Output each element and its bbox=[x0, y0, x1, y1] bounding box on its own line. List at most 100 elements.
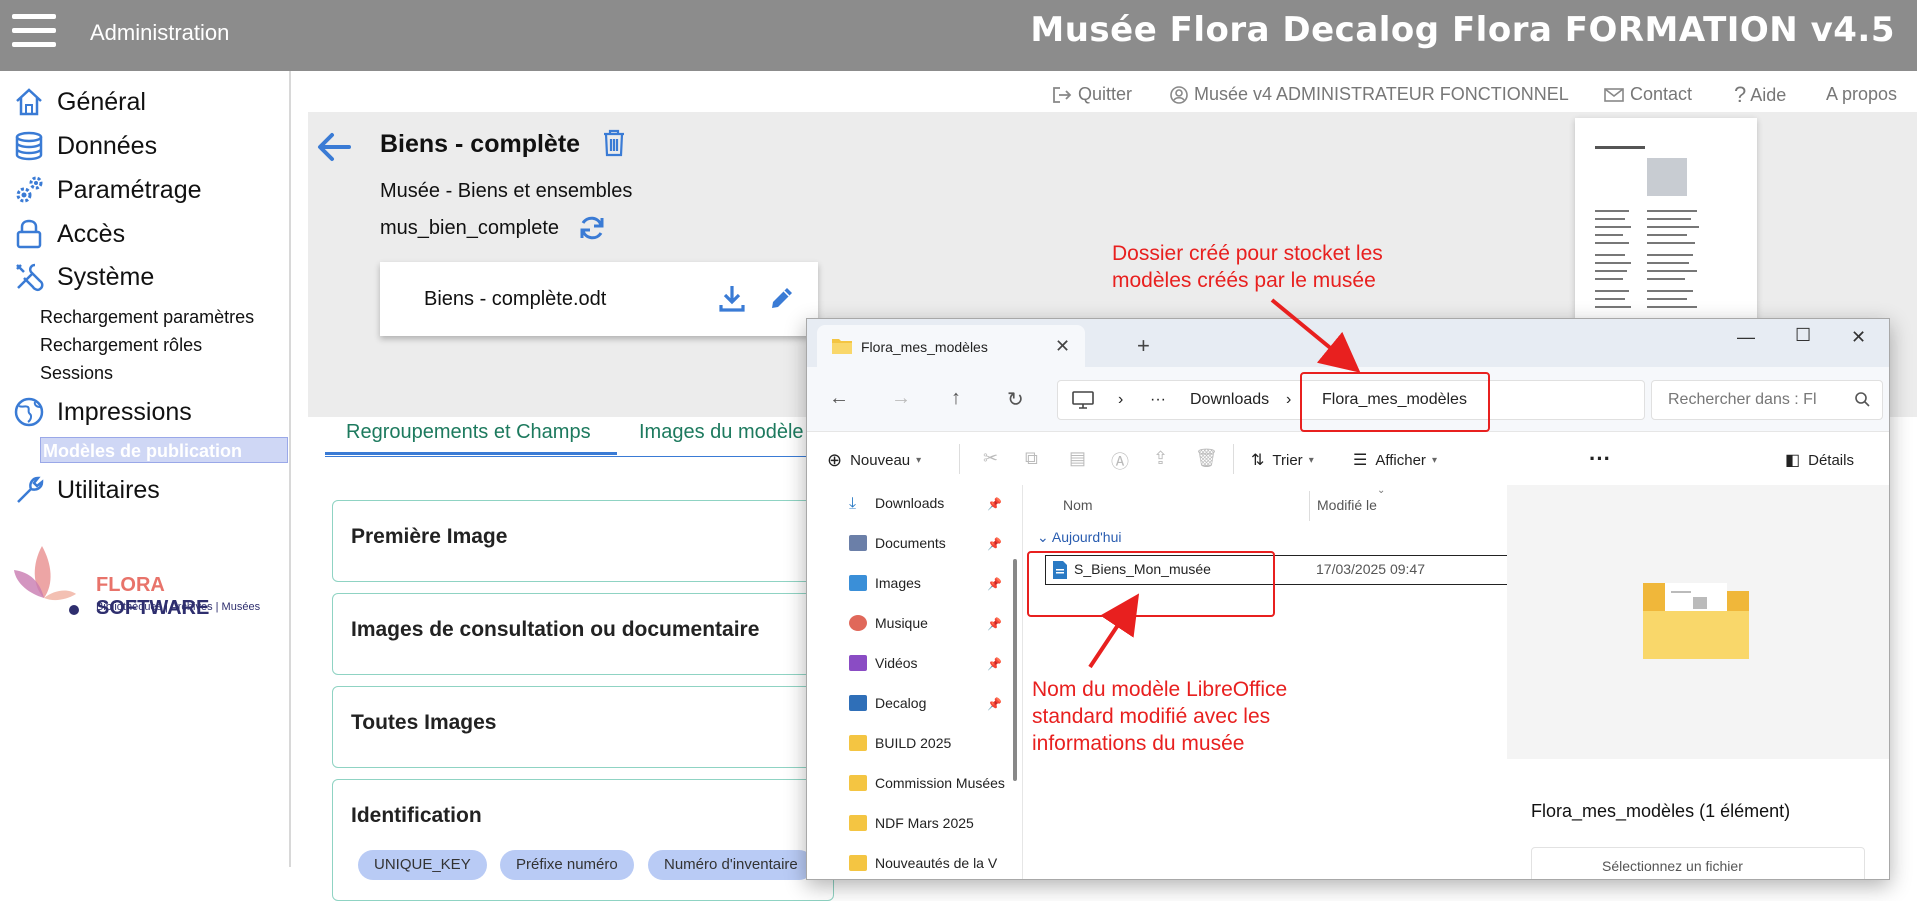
column-divider[interactable] bbox=[1309, 491, 1310, 521]
help-link[interactable]: ? Aide bbox=[1734, 82, 1786, 108]
pin-icon[interactable]: 📌 bbox=[987, 617, 1002, 631]
about-link[interactable]: A propos bbox=[1826, 84, 1897, 105]
explorer-search-box[interactable]: Rechercher dans : Fl bbox=[1651, 380, 1883, 420]
details-hint: Sélectionnez un fichier bbox=[1531, 847, 1865, 879]
tree-item-label: Decalog bbox=[875, 695, 927, 711]
tree-item-decalog[interactable]: Decalog bbox=[849, 695, 926, 711]
pin-icon[interactable]: 📌 bbox=[987, 497, 1002, 511]
sidebar-subitem-sessions[interactable]: Sessions bbox=[40, 363, 113, 384]
new-button[interactable]: ⊕ Nouveau ▾ bbox=[827, 450, 921, 471]
trash-icon[interactable] bbox=[602, 129, 626, 162]
sidebar-item-parametrage[interactable]: Paramétrage bbox=[12, 170, 202, 210]
back-icon[interactable]: ← bbox=[829, 387, 849, 410]
crumb-downloads[interactable]: Downloads bbox=[1190, 391, 1269, 409]
tab-close-icon[interactable]: ✕ bbox=[1055, 336, 1070, 357]
section-identification[interactable]: Identification bbox=[332, 779, 834, 901]
globe-icon bbox=[12, 395, 46, 429]
active-tab-underline bbox=[325, 452, 617, 455]
tree-item-documents[interactable]: Documents bbox=[849, 535, 946, 551]
new-label: Nouveau bbox=[850, 452, 911, 469]
sidebar-item-acces[interactable]: Accès bbox=[12, 214, 125, 254]
rename-icon[interactable]: Ⓐ bbox=[1111, 448, 1129, 474]
delete-icon[interactable]: 🗑 bbox=[1195, 448, 1218, 469]
refresh-icon[interactable]: ↻ bbox=[1007, 387, 1024, 412]
tree-item-nouveautes[interactable]: Nouveautés de la V bbox=[849, 855, 997, 871]
field-chip[interactable]: UNIQUE_KEY bbox=[358, 850, 487, 880]
explorer-tab[interactable]: Flora_mes_modèles ✕ bbox=[817, 325, 1085, 367]
cut-icon[interactable]: ✂ bbox=[983, 448, 998, 469]
share-icon[interactable]: ⇪ bbox=[1153, 448, 1168, 469]
sidebar-item-donnees[interactable]: Données bbox=[12, 126, 157, 166]
admin-label[interactable]: Administration bbox=[90, 20, 229, 46]
sidebar-subitem-rechargement-roles[interactable]: Rechargement rôles bbox=[40, 335, 202, 356]
sidebar-item-label: Général bbox=[57, 87, 146, 116]
sidebar-item-general[interactable]: Général bbox=[12, 82, 146, 122]
tree-item-musique[interactable]: Musique bbox=[849, 615, 928, 631]
tree-item-images[interactable]: Images bbox=[849, 575, 921, 591]
edit-pencil-icon[interactable] bbox=[768, 284, 796, 317]
envelope-icon bbox=[1604, 87, 1624, 102]
more-crumbs-icon[interactable]: ··· bbox=[1150, 391, 1166, 409]
more-options-icon[interactable]: ··· bbox=[1589, 446, 1611, 472]
sidebar-subitem-modeles-de-publication[interactable]: Modèles de publication bbox=[40, 437, 288, 463]
forward-icon[interactable]: → bbox=[891, 387, 911, 410]
maximize-icon[interactable]: ☐ bbox=[1795, 325, 1811, 346]
tab-regroupements-et-champs[interactable]: Regroupements et Champs bbox=[346, 421, 591, 444]
tree-item-label: Nouveautés de la V bbox=[875, 855, 998, 871]
download-icon[interactable] bbox=[718, 284, 746, 317]
tab-images-du-modele[interactable]: Images du modèle bbox=[639, 421, 804, 444]
tree-item-videos[interactable]: Vidéos bbox=[849, 655, 918, 671]
pin-icon[interactable]: 📌 bbox=[987, 577, 1002, 591]
view-button[interactable]: ☰ Afficher ▾ bbox=[1353, 450, 1437, 470]
music-icon bbox=[849, 615, 867, 631]
sort-button[interactable]: ⇅ Trier ▾ bbox=[1251, 450, 1314, 470]
nav-pane-scrollbar[interactable] bbox=[1013, 559, 1017, 781]
explorer-title-bar: Flora_mes_modèles ✕ + — ☐ ✕ bbox=[807, 319, 1889, 367]
section-images-consultation[interactable]: Images de consultation ou documentaire bbox=[332, 593, 834, 675]
pin-icon[interactable]: 📌 bbox=[987, 657, 1002, 671]
refresh-icon[interactable] bbox=[578, 214, 606, 247]
sidebar-item-impressions[interactable]: Impressions bbox=[12, 392, 192, 432]
back-arrow-icon[interactable] bbox=[316, 130, 352, 169]
plus-circle-icon: ⊕ bbox=[827, 450, 843, 470]
group-label: Aujourd'hui bbox=[1051, 529, 1122, 545]
up-icon[interactable]: ↑ bbox=[951, 387, 961, 410]
about-label: A propos bbox=[1826, 84, 1898, 104]
field-chip[interactable]: Préfixe numéro bbox=[500, 850, 634, 880]
tree-item-commission-musees[interactable]: Commission Musées bbox=[849, 775, 1005, 791]
section-title: Identification bbox=[351, 804, 482, 827]
user-link[interactable]: Musée v4 ADMINISTRATEUR FONCTIONNEL bbox=[1170, 84, 1569, 105]
sidebar-item-systeme[interactable]: Système bbox=[12, 257, 154, 297]
contact-link[interactable]: Contact bbox=[1604, 84, 1692, 105]
record-title: Biens - complète bbox=[380, 130, 581, 158]
flora-software-logo: FLORA SOFTWARE Bibliothèques | Archives … bbox=[10, 536, 280, 619]
section-toutes-images[interactable]: Toutes Images bbox=[332, 686, 834, 768]
pin-icon[interactable]: 📌 bbox=[987, 537, 1002, 551]
paste-icon[interactable]: ▤ bbox=[1069, 448, 1086, 469]
tree-item-build-2025[interactable]: BUILD 2025 bbox=[849, 735, 951, 751]
details-button[interactable]: ◧ Détails bbox=[1785, 450, 1854, 470]
toolbar-divider bbox=[959, 444, 960, 474]
sidebar-subitem-rechargement-parametres[interactable]: Rechargement paramètres bbox=[40, 307, 254, 328]
sidebar-item-label: Paramétrage bbox=[57, 175, 202, 204]
chevron-right-icon: › bbox=[1286, 391, 1292, 408]
tree-item-ndf-mars-2025[interactable]: NDF Mars 2025 bbox=[849, 815, 974, 831]
hamburger-menu-icon[interactable] bbox=[12, 14, 56, 48]
section-title: Première Image bbox=[351, 525, 508, 548]
copy-icon[interactable]: ⧉ bbox=[1025, 448, 1038, 469]
tree-item-label: Documents bbox=[875, 535, 946, 551]
section-premiere-image[interactable]: Première Image bbox=[332, 500, 834, 582]
record-subtitle: Musée - Biens et ensembles bbox=[380, 180, 633, 202]
sidebar-item-utilitaires[interactable]: Utilitaires bbox=[12, 470, 160, 510]
new-tab-plus-icon[interactable]: + bbox=[1137, 333, 1150, 359]
group-header-today[interactable]: ⌄ Aujourd'hui bbox=[1037, 529, 1121, 546]
chevron-down-icon: ⌄ bbox=[1377, 485, 1386, 496]
pin-icon[interactable]: 📌 bbox=[987, 697, 1002, 711]
tree-item-downloads[interactable]: ⤓ Downloads bbox=[849, 495, 944, 512]
column-header-name[interactable]: Nom bbox=[1063, 497, 1093, 513]
field-chip[interactable]: Numéro d'inventaire bbox=[648, 850, 814, 880]
window-close-icon[interactable]: ✕ bbox=[1851, 327, 1866, 348]
column-header-modified[interactable]: Modifié le bbox=[1317, 497, 1377, 513]
minimize-icon[interactable]: — bbox=[1737, 327, 1755, 348]
quit-link[interactable]: Quitter bbox=[1052, 84, 1132, 105]
